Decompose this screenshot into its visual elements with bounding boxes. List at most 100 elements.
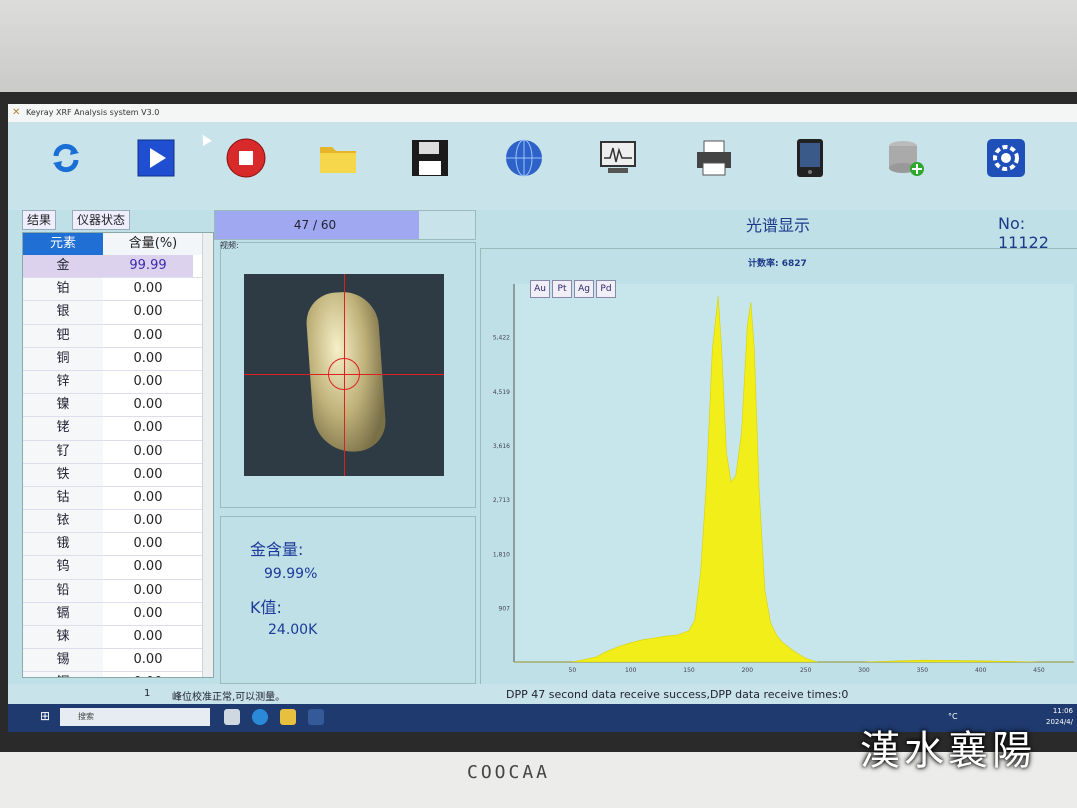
printer-icon <box>697 140 731 176</box>
table-row[interactable]: 铜 0.00 <box>23 347 203 371</box>
content-cell: 0.00 <box>133 327 163 343</box>
element-cell: 金 <box>23 255 103 278</box>
y-tick-label: 907 <box>499 606 511 613</box>
gear-icon <box>987 139 1025 177</box>
monitor-brand-logo: COOCAA <box>466 762 551 783</box>
x-tick-label: 250 <box>800 667 812 674</box>
element-cell: 铱 <box>23 510 103 533</box>
title-bar: ✕ Keyray XRF Analysis system V3.0 <box>8 104 1077 122</box>
device-button[interactable] <box>788 136 832 180</box>
content-cell: 0.00 <box>133 513 163 529</box>
table-row[interactable]: 铱 0.00 <box>23 510 203 534</box>
status-index: 1 <box>144 688 151 699</box>
open-button[interactable] <box>316 136 360 180</box>
spectrum-title: 光谱显示 <box>746 216 811 235</box>
table-row[interactable]: 钯 0.00 <box>23 324 203 348</box>
element-cell: 钴 <box>23 486 103 510</box>
table-row[interactable]: 钴 0.00 <box>23 486 203 511</box>
table-row[interactable]: 锇 0.00 <box>23 533 203 557</box>
table-row[interactable]: 镍 0.00 <box>23 394 203 418</box>
table-row[interactable]: 铟0.00 <box>23 672 203 677</box>
table-row[interactable]: 铁 0.00 <box>23 463 203 487</box>
content-cell: 0.00 <box>133 420 163 436</box>
toolbar <box>8 122 1077 210</box>
element-cell: 锡 <box>23 649 103 672</box>
content-cell: 0.00 <box>133 629 163 644</box>
monitor-spectrum-icon <box>600 141 636 173</box>
element-toggle-button[interactable]: Pd <box>596 280 616 298</box>
app-screen: ✕ Keyray XRF Analysis system V3.0 结果 仪器状… <box>8 104 1077 732</box>
tab-instrument-status[interactable]: 仪器状态 <box>72 210 131 230</box>
content-cell: 0.00 <box>133 443 163 459</box>
x-tick-label: 150 <box>683 667 695 674</box>
stop-button[interactable] <box>224 136 268 180</box>
content-cell: 0.00 <box>133 559 163 575</box>
y-tick-label: 4,519 <box>493 389 510 396</box>
table-row[interactable]: 镉 0.00 <box>23 602 203 626</box>
element-buttons: Au Pt Ag Pd <box>530 280 616 298</box>
y-tick-label: 5,422 <box>493 335 510 342</box>
content-cell: 0.00 <box>133 373 163 389</box>
taskbar-search-input[interactable]: 搜索 <box>60 708 210 726</box>
x-tick-label: 50 <box>569 667 577 674</box>
table-row[interactable]: 锡 0.00 <box>23 649 203 673</box>
gold-content-label: 金含量: <box>250 540 304 559</box>
window-title: Keyray XRF Analysis system V3.0 <box>26 108 160 117</box>
save-button[interactable] <box>408 136 452 180</box>
settings-button[interactable] <box>984 136 1028 180</box>
table-row[interactable]: 金 99.99 <box>23 255 203 279</box>
clock-date: 2024/4/ <box>1046 718 1073 726</box>
table-row[interactable]: 铅 0.00 <box>23 579 203 603</box>
table-row[interactable]: 铂 0.00 <box>23 278 203 302</box>
tab-results[interactable]: 结果 <box>22 210 57 230</box>
element-cell: 铼 <box>23 626 103 649</box>
x-tick-label: 200 <box>742 667 754 674</box>
x-tick-label: 350 <box>917 667 929 674</box>
edge-browser-icon[interactable] <box>252 709 268 725</box>
content-cell: 0.00 <box>133 350 163 366</box>
print-button[interactable] <box>692 136 736 180</box>
element-cell: 铅 <box>23 579 103 602</box>
table-row[interactable]: 钨 0.00 <box>23 556 203 580</box>
table-row[interactable]: 铼 0.00 <box>23 626 203 650</box>
background-wall <box>0 0 1077 100</box>
clock[interactable]: 11:06 2024/4/ <box>1046 706 1073 728</box>
file-explorer-icon[interactable] <box>280 709 296 725</box>
table-row[interactable]: 钌 0.00 <box>23 440 203 464</box>
table-row[interactable]: 银 0.00 <box>23 301 203 325</box>
video-label: 视频: <box>220 241 239 250</box>
table-row[interactable]: 锌 0.00 <box>23 370 203 395</box>
network-button[interactable] <box>502 136 546 180</box>
content-cell: 0.00 <box>133 397 163 413</box>
progress-text: 47 / 60 <box>293 218 337 232</box>
stop-icon <box>226 138 266 178</box>
element-cell: 钨 <box>23 556 103 579</box>
content-cell: 99.99 <box>103 255 193 278</box>
task-view-icon[interactable] <box>224 709 240 725</box>
start-button[interactable] <box>134 136 178 180</box>
content-cell: 0.00 <box>133 304 163 320</box>
windows-start-icon[interactable]: ⊞ <box>40 710 52 722</box>
dpp-status: DPP 47 second data receive success,DPP d… <box>506 688 849 701</box>
x-tick-label: 300 <box>858 667 870 674</box>
element-toggle-button[interactable]: Pt <box>552 280 572 298</box>
element-cell: 镍 <box>23 394 103 417</box>
element-table: 元素 含量(%) 金 99.99 铂 0.00 银 0.00 钯 0.00 铜 0.00 锌 0.00… <box>22 232 214 678</box>
table-row[interactable]: 铑 0.00 <box>23 417 203 441</box>
globe-icon <box>506 139 542 177</box>
monitor-button[interactable] <box>596 136 640 180</box>
table-scrollbar[interactable] <box>202 233 213 677</box>
content-cell: 0.00 <box>133 652 163 668</box>
xrf-app-taskbar-icon[interactable] <box>308 709 324 725</box>
play-icon <box>137 139 175 177</box>
database-button[interactable] <box>884 136 928 180</box>
refresh-button[interactable] <box>44 136 88 180</box>
content-cell: 0.00 <box>133 605 163 621</box>
content-cell: 0.00 <box>133 281 163 297</box>
element-toggle-button[interactable]: Au <box>530 280 550 298</box>
gold-content-value: 99.99% <box>264 566 318 582</box>
content-cell: 0.00 <box>133 582 163 598</box>
plot-area <box>514 284 1074 662</box>
content-cell: 0.00 <box>133 466 163 482</box>
element-toggle-button[interactable]: Ag <box>574 280 594 298</box>
